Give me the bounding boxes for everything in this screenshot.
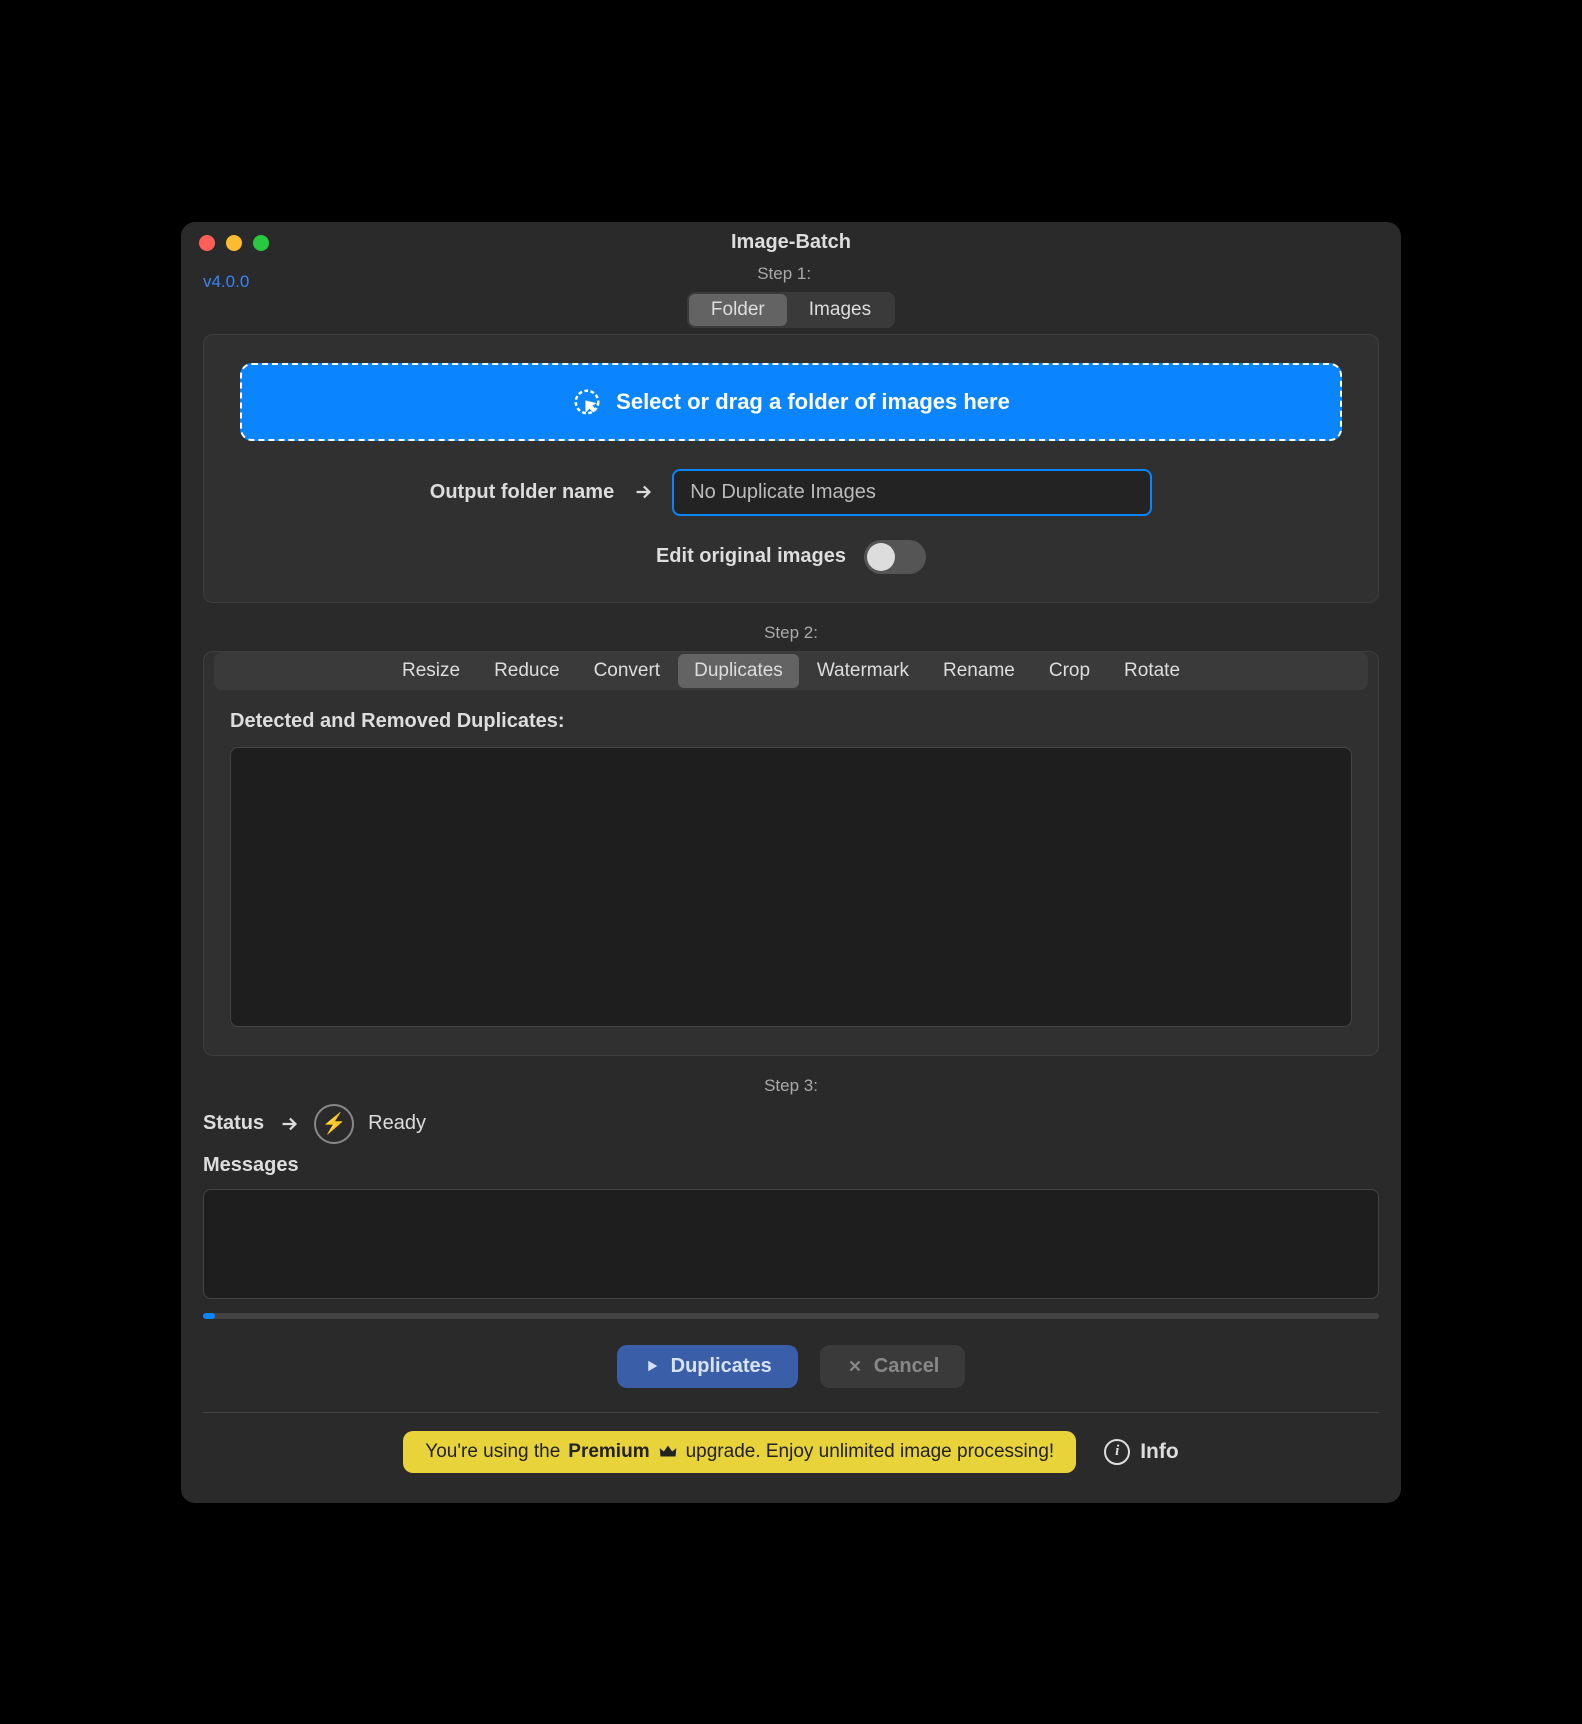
tab-resize[interactable]: Resize bbox=[386, 654, 476, 688]
status-indicator: ⚡ bbox=[314, 1104, 354, 1144]
step1-label: Step 1: bbox=[249, 264, 1319, 284]
arrow-right-icon bbox=[632, 481, 654, 503]
play-icon bbox=[643, 1357, 661, 1375]
crown-icon bbox=[658, 1443, 678, 1460]
step1-panel: Select or drag a folder of images here O… bbox=[203, 334, 1379, 603]
banner-text-before: You're using the bbox=[425, 1441, 560, 1463]
operation-tabs: Resize Reduce Convert Duplicates Waterma… bbox=[214, 652, 1368, 690]
banner-premium-word: Premium bbox=[568, 1441, 649, 1463]
bolt-icon: ⚡ bbox=[322, 1111, 347, 1136]
messages-box[interactable] bbox=[203, 1189, 1379, 1299]
output-folder-input[interactable] bbox=[672, 469, 1152, 516]
edit-original-toggle[interactable] bbox=[864, 540, 926, 574]
divider bbox=[203, 1412, 1379, 1413]
edit-original-label: Edit original images bbox=[656, 545, 846, 568]
info-button[interactable]: i Info bbox=[1104, 1439, 1178, 1465]
window-title: Image-Batch bbox=[181, 231, 1401, 254]
step3-label: Step 3: bbox=[203, 1076, 1379, 1096]
progress-bar bbox=[203, 1313, 1379, 1319]
status-label: Status bbox=[203, 1112, 264, 1135]
cancel-button[interactable]: Cancel bbox=[820, 1345, 966, 1388]
source-tab-folder[interactable]: Folder bbox=[689, 294, 787, 326]
source-segmented-control: Folder Images bbox=[203, 292, 1379, 328]
duplicates-heading: Detected and Removed Duplicates: bbox=[230, 710, 1352, 733]
tab-crop[interactable]: Crop bbox=[1033, 654, 1106, 688]
tab-rename[interactable]: Rename bbox=[927, 654, 1031, 688]
tab-rotate[interactable]: Rotate bbox=[1108, 654, 1196, 688]
tab-watermark[interactable]: Watermark bbox=[801, 654, 925, 688]
source-tab-images[interactable]: Images bbox=[787, 294, 893, 326]
tab-reduce[interactable]: Reduce bbox=[478, 654, 576, 688]
dropzone-label: Select or drag a folder of images here bbox=[616, 389, 1010, 415]
duplicates-list[interactable] bbox=[230, 747, 1352, 1027]
info-label: Info bbox=[1140, 1440, 1178, 1464]
run-button-label: Duplicates bbox=[671, 1355, 772, 1378]
version-label: v4.0.0 bbox=[203, 264, 249, 292]
banner-text-after: upgrade. Enjoy unlimited image processin… bbox=[686, 1441, 1055, 1463]
status-row: Status ⚡ Ready bbox=[203, 1104, 1379, 1144]
step2-panel: Resize Reduce Convert Duplicates Waterma… bbox=[203, 651, 1379, 1056]
status-text: Ready bbox=[368, 1112, 426, 1135]
output-folder-label: Output folder name bbox=[430, 481, 614, 504]
x-icon bbox=[846, 1357, 864, 1375]
titlebar: Image-Batch bbox=[181, 222, 1401, 264]
premium-banner: You're using the Premium upgrade. Enjoy … bbox=[403, 1431, 1076, 1473]
arrow-right-icon bbox=[278, 1113, 300, 1135]
app-window: Image-Batch v4.0.0 Step 1: Folder Images… bbox=[181, 222, 1401, 1503]
messages-label: Messages bbox=[203, 1154, 1379, 1177]
tab-duplicates[interactable]: Duplicates bbox=[678, 654, 799, 688]
progress-fill bbox=[203, 1313, 215, 1319]
cancel-button-label: Cancel bbox=[874, 1355, 940, 1378]
cursor-click-icon bbox=[572, 387, 602, 417]
tab-convert[interactable]: Convert bbox=[578, 654, 677, 688]
folder-dropzone[interactable]: Select or drag a folder of images here bbox=[240, 363, 1342, 441]
step2-label: Step 2: bbox=[203, 623, 1379, 643]
run-duplicates-button[interactable]: Duplicates bbox=[617, 1345, 798, 1388]
info-icon: i bbox=[1104, 1439, 1130, 1465]
